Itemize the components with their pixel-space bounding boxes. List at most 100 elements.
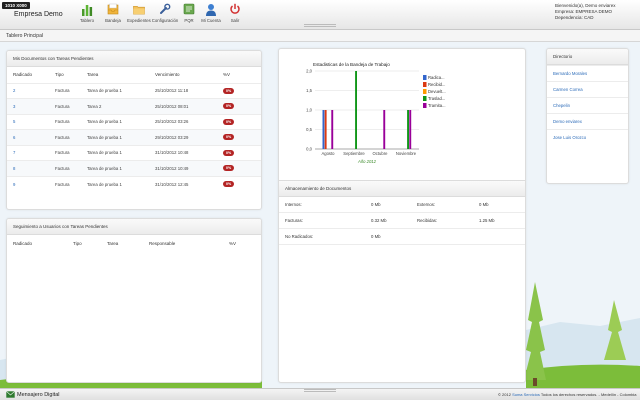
col-tarea[interactable]: Tarea (81, 67, 149, 83)
status-badge: 0% (223, 118, 235, 125)
cell-tarea: Tarea de prueba 1 (81, 144, 149, 161)
y-tick-label: 0,5 (306, 127, 312, 132)
storage-label: No Radicados: (285, 234, 314, 239)
cell-radicado[interactable]: 7 (7, 144, 49, 161)
cell-pct: 0% (217, 144, 261, 161)
bar-tramita (409, 110, 412, 149)
storage-row: Facturas: 0.32 Mb Recibidas: 1.25 Mb (279, 213, 525, 229)
cell-pct: 0% (217, 160, 261, 176)
chart-title: Estadisticas de la Bandeja de Trabajo (313, 62, 390, 67)
col-radicado[interactable]: Radicado (7, 67, 49, 83)
x-tick-label: Octubre (373, 151, 389, 156)
cell-tarea: Tarea de prueba 1 (81, 129, 149, 145)
table-row[interactable]: 5 Factura Tarea de prueba 1 25/10/2012 03:2… (7, 113, 261, 130)
user-info: Bienvenido(a), Demo enviarex Empresa: EM… (555, 3, 616, 21)
app-logo[interactable]: 1010 X000 Empresa Demo (2, 2, 66, 26)
mail-icon (6, 391, 15, 398)
table-row[interactable]: 6 Factura Tarea de prueba 1 29/10/2012 03:2… (7, 129, 261, 145)
cell-pct: 0% (217, 129, 261, 145)
page-title: Tablero Principal (6, 33, 43, 39)
col-tarea[interactable]: Tarea (101, 235, 143, 251)
cell-radicado[interactable]: 2 (7, 82, 49, 99)
user-icon (205, 2, 217, 16)
footer-handle[interactable] (304, 389, 336, 392)
wrench-icon (159, 2, 171, 16)
status-badge: 0% (223, 149, 235, 156)
collapse-handle[interactable] (304, 24, 336, 27)
status-badge: 0% (223, 181, 235, 187)
footer-brand[interactable]: Mensajero Digital (6, 391, 60, 398)
table-row[interactable]: 7 Factura Tarea de prueba 1 31/10/2012 10:4… (7, 144, 261, 161)
cell-radicado[interactable]: 9 (7, 175, 49, 192)
footer-brand-name: Mensajero Digital (17, 391, 60, 398)
bar-radica (322, 110, 325, 149)
directory-contact[interactable]: Jose Luis Orozco (547, 129, 628, 145)
my-documents-table: Radicado Tipo Tarea Vencimiento %V 2 Fact… (7, 67, 261, 192)
cell-radicado[interactable]: 5 (7, 113, 49, 130)
nav-configuracion[interactable]: Configuración (152, 2, 178, 23)
table-row[interactable]: 8 Factura Tarea de prueba 1 31/10/2012 10:4… (7, 160, 261, 176)
nav-bandeja[interactable]: Bandeja (100, 2, 126, 23)
bar-tramita (331, 110, 334, 149)
bar-traslad (355, 71, 357, 149)
user-dependency: Dependencia: CAD (555, 15, 594, 20)
storage-label: Facturas: (285, 218, 303, 223)
storage-value: 0 Mb (371, 202, 381, 207)
storage-title: Almacenamiento de Documentos (279, 181, 525, 197)
directory-panel: Directorio Bernardo Morales Carmen Correa… (546, 48, 629, 184)
cell-vencimiento: 25/10/2012 03:26 (149, 113, 217, 130)
my-documents-panel: Mis Documentos con Tareas Pendientes Rad… (6, 50, 262, 210)
col-pct[interactable]: %V (223, 235, 261, 251)
directory-contact[interactable]: Chepelin (547, 97, 628, 113)
cell-radicado[interactable]: 8 (7, 160, 49, 176)
storage-row: No Radicados: 0 Mb (279, 229, 525, 245)
cell-vencimiento: 25/10/2012 08:01 (149, 98, 217, 114)
storage-value: 1.25 Mb (479, 218, 495, 223)
cell-radicado[interactable]: 6 (7, 129, 49, 145)
directory-contact[interactable]: Bernardo Morales (547, 65, 628, 81)
legend-swatch (423, 96, 427, 101)
cell-tarea: Tarea de prueba 1 (81, 113, 149, 130)
table-row[interactable]: 3 Factura Tarea 2 25/10/2012 08:01 0% (7, 98, 261, 114)
cell-vencimiento: 31/10/2012 10:48 (149, 144, 217, 161)
cell-pct: 0% (217, 113, 261, 130)
nav-tablero[interactable]: Tablero (74, 2, 100, 23)
nav-pqr[interactable]: PQR (178, 2, 200, 23)
cell-tipo: Factura (49, 175, 81, 192)
storage-section: Almacenamiento de Documentos Internos: 0 … (279, 181, 525, 245)
footer-copyright: © 2012 Suma Servicios Todos los derechos… (498, 392, 637, 397)
page-title-bar: Tablero Principal (0, 30, 640, 42)
cell-tipo: Factura (49, 113, 81, 130)
nav-salir[interactable]: Salir (222, 2, 248, 23)
x-tick-label: Noviembre (396, 151, 417, 156)
col-tipo[interactable]: Tipo (49, 67, 81, 83)
suma-servicios-link[interactable]: Suma Servicios (512, 392, 540, 397)
cell-radicado[interactable]: 3 (7, 98, 49, 114)
cell-tarea: Tarea de prueba 1 (81, 160, 149, 176)
storage-label: Internos: (285, 202, 302, 207)
table-row[interactable]: 2 Factura Tarea de prueba 1 25/10/2012 11:1… (7, 82, 261, 99)
cell-pct: 0% (217, 98, 261, 114)
col-radicado[interactable]: Radicado (7, 235, 67, 251)
directory-contact[interactable]: Carmen Correa (547, 81, 628, 97)
cell-tarea: Tarea 2 (81, 98, 149, 114)
col-tipo[interactable]: Tipo (67, 235, 101, 251)
user-tracking-title: Seguimiento a Usuarios con Tareas Pendie… (7, 219, 261, 235)
tray-icon (107, 2, 119, 16)
y-tick-label: 1,5 (306, 88, 312, 93)
col-pct[interactable]: %V (217, 67, 261, 83)
directory-contact[interactable]: Demo enviarex (547, 113, 628, 129)
footer: Mensajero Digital © 2012 Suma Servicios … (0, 388, 640, 400)
cell-tarea: Tarea de prueba 1 (81, 175, 149, 192)
nav-expedientes[interactable]: Expedientes (126, 2, 152, 23)
cell-vencimiento: 31/10/2012 10:49 (149, 160, 217, 176)
col-responsable[interactable]: Responsable (143, 235, 223, 251)
folder-icon (133, 2, 145, 16)
col-vencimiento[interactable]: Vencimiento (149, 67, 217, 83)
legend-label: Recibid... (428, 82, 445, 87)
table-row[interactable]: 9 Factura Tarea de prueba 1 31/10/2012 12:4… (7, 175, 261, 192)
nav-mi-cuenta[interactable]: Mi Cuenta (200, 2, 222, 23)
legend-label: Devuelt... (428, 89, 446, 94)
cell-pct: 0% (217, 82, 261, 99)
my-documents-title: Mis Documentos con Tareas Pendientes (7, 51, 261, 67)
